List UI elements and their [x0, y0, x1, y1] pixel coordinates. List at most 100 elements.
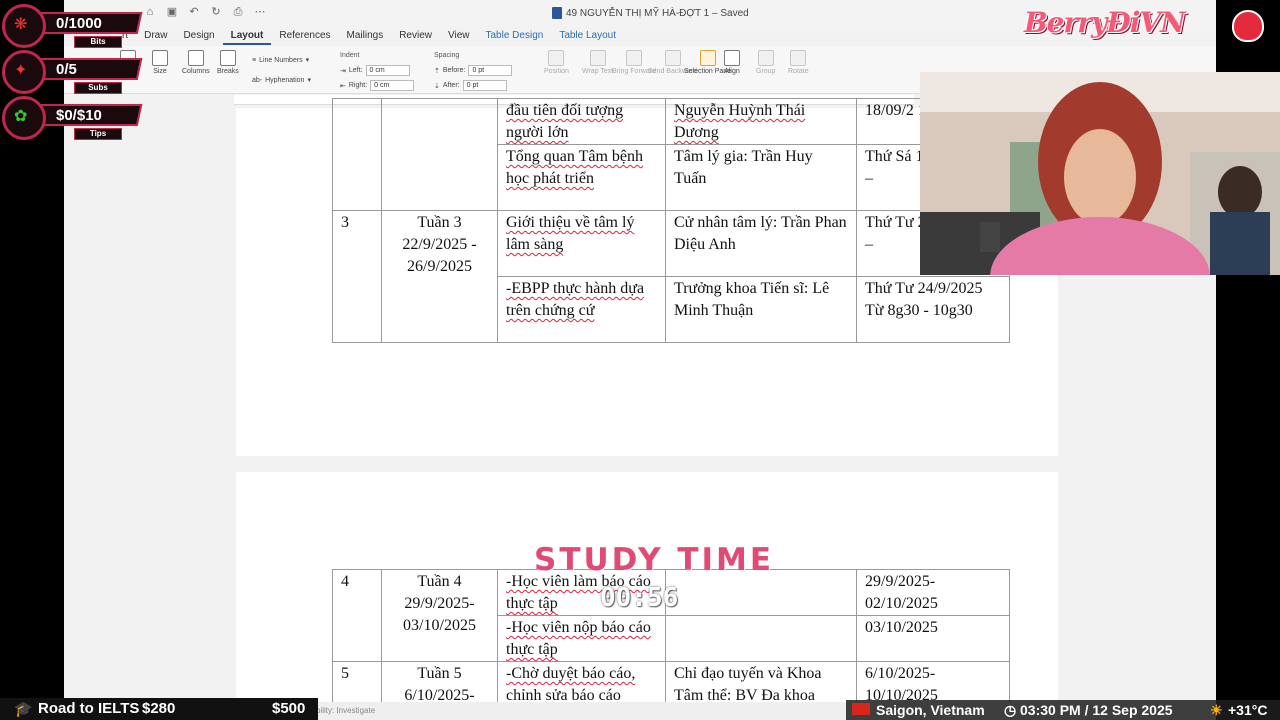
subs-icon: ✦: [14, 62, 28, 79]
table-cell[interactable]: Tổng quan Tâm bệnh học phát triển: [497, 144, 666, 211]
columns-button[interactable]: Columns: [182, 50, 210, 75]
group-button[interactable]: Group: [756, 50, 775, 75]
wrap-text-button[interactable]: Wrap Text: [582, 50, 613, 75]
cell-text: Tổng quan Tâm bệnh học phát triển: [506, 148, 644, 187]
tips-value: $0/$10: [56, 107, 102, 124]
table-cell[interactable]: Chỉ đạo tuyến và Khoa Tâm thể: BV Đa kho…: [665, 661, 857, 708]
tab-table-design[interactable]: Table Design: [478, 28, 552, 45]
table-cell[interactable]: 3: [332, 210, 382, 343]
channel-logo: BerryĐiVN: [1024, 6, 1186, 39]
spacing-before-row: ⇡ Before: 0 pt: [434, 65, 513, 76]
graduation-cap-icon: 🎓: [14, 701, 33, 718]
cell-text: -EBPP thực hành dựa trên chứng cứ: [506, 280, 645, 319]
spacing-group-label: Spacing: [434, 52, 460, 59]
table-cell[interactable]: đầu tiên đối tượng người lớn: [497, 98, 666, 145]
tab-layout[interactable]: Layout: [222, 28, 272, 45]
subs-value: 0/5: [56, 61, 77, 78]
hyphenation-button[interactable]: ab- Hyphenation ▾: [252, 76, 311, 85]
clock-icon: ◷: [1004, 702, 1017, 718]
cell-text: Nguyễn Huỳnh Thái Dương: [674, 102, 806, 141]
tab-design[interactable]: Design: [175, 28, 222, 45]
goal-target: $500: [272, 700, 306, 717]
table-cell[interactable]: Thứ Tư 24/9/2025 Từ 8g30 - 10g30: [856, 276, 1010, 343]
breaks-button[interactable]: Breaks: [217, 50, 239, 75]
schedule-table-1: đầu tiên đối tượng người lớn Nguyễn Huỳn…: [332, 98, 1010, 343]
table-cell[interactable]: -Chờ duyệt báo cáo, chỉnh sửa báo cáo: [497, 661, 666, 708]
size-button[interactable]: Size: [152, 50, 168, 75]
accessibility-status[interactable]: bility: Investigate: [316, 706, 375, 715]
bits-icon: ❋: [14, 16, 28, 33]
print-icon[interactable]: ⎙: [232, 6, 244, 18]
tab-table-layout[interactable]: Table Layout: [551, 28, 624, 45]
table-cell[interactable]: Tuần 5 6/10/2025-: [381, 661, 498, 708]
subs-label: Subs: [74, 82, 122, 94]
table-cell[interactable]: [332, 98, 382, 211]
info-bar: Saigon, Vietnam ◷ 03:30 PM / 12 Sep 2025…: [846, 700, 1280, 720]
rotate-button[interactable]: Rotate: [788, 50, 809, 75]
spacing-before-field[interactable]: 0 pt: [468, 65, 513, 76]
spacing-after-field[interactable]: 0 pt: [462, 80, 507, 91]
wrap-text-icon: [589, 50, 606, 66]
table-cell[interactable]: Tuần 4 29/9/2025- 03/10/2025: [381, 569, 498, 662]
goal-bar: 🎓 Road to IELTS $280 $500: [0, 698, 318, 720]
table-cell[interactable]: 03/10/2025: [856, 615, 1010, 662]
tab-mailings[interactable]: Mailings: [339, 28, 392, 45]
table-cell[interactable]: Tâm lý gia: Trần Huy Tuấn: [665, 144, 857, 211]
redo-icon[interactable]: ↻: [210, 6, 222, 18]
table-row: 3 Tuần 3 22/9/2025 - 26/9/2025 Giới thiệ…: [332, 210, 1010, 343]
position-button[interactable]: Position: [544, 50, 569, 75]
tab-draw[interactable]: Draw: [136, 28, 175, 45]
counter-bar: [33, 58, 143, 80]
selection-pane-icon: [699, 50, 716, 66]
indent-left-field[interactable]: 0 cm: [365, 65, 410, 76]
line-numbers-button[interactable]: ≡ Line Numbers ▾: [252, 56, 310, 65]
table-cell[interactable]: Trưởng khoa Tiến sĩ: Lê Minh Thuận: [665, 276, 857, 343]
table-cell[interactable]: -Học viên nộp báo cáo thực tập: [497, 615, 666, 662]
group-icon: [757, 50, 774, 66]
indent-left-row: ⇥ Left: 0 cm: [340, 65, 410, 76]
table-cell[interactable]: 5: [332, 661, 382, 708]
goal-title: Road to IELTS: [38, 700, 140, 717]
table-cell[interactable]: [665, 615, 857, 662]
tips-icon: ✿: [14, 108, 28, 125]
tab-view[interactable]: View: [440, 28, 478, 45]
indent-group-label: Indent: [340, 52, 360, 59]
table-cell[interactable]: Tuần 3 22/9/2025 - 26/9/2025: [381, 210, 498, 343]
indent-right-row: ⇤ Right: 0 cm: [340, 80, 415, 91]
tab-review[interactable]: Review: [391, 28, 440, 45]
study-timer: 00:56: [600, 583, 679, 613]
table-cell[interactable]: Cử nhân tâm lý: Trần Phan Diệu Anh: [665, 210, 857, 277]
tab-references[interactable]: References: [271, 28, 338, 45]
subs-counter: ✦ 0/5 Subs: [2, 48, 143, 94]
chevron-down-icon: ▾: [305, 57, 310, 64]
more-icon[interactable]: ⋯: [254, 6, 266, 18]
columns-icon: [187, 50, 204, 66]
spacing-after-icon: ⇣: [434, 82, 440, 90]
send-backward-icon: [664, 50, 681, 66]
rotate-icon: [790, 50, 807, 66]
spacing-after-row: ⇣ After: 0 pt: [434, 80, 507, 91]
indent-right-field[interactable]: 0 cm: [370, 80, 415, 91]
sun-icon: ☀: [1210, 702, 1223, 718]
table-cell[interactable]: Nguyễn Huỳnh Thái Dương: [665, 98, 857, 145]
breaks-icon: [219, 50, 236, 66]
document-title-text: 49 NGUYỄN THỊ MỸ HÀ-ĐỢT 1 – Saved: [566, 7, 749, 19]
table-row: đầu tiên đối tượng người lớn Nguyễn Huỳn…: [332, 98, 1010, 211]
spacing-before-icon: ⇡: [434, 67, 440, 75]
table-cell[interactable]: 29/9/2025- 02/10/2025: [856, 569, 1010, 616]
page-size-icon: [152, 50, 168, 66]
hyphenation-icon: ab-: [252, 76, 263, 84]
undo-icon[interactable]: ↶: [188, 6, 200, 18]
study-time-label: STUDY TIME: [534, 542, 775, 578]
document-title[interactable]: 49 NGUYỄN THỊ MỸ HÀ-ĐỢT 1 – Saved: [552, 7, 749, 19]
home-icon[interactable]: ⌂: [144, 6, 156, 18]
clock-text: 03:30 PM / 12 Sep 2025: [1020, 702, 1173, 718]
webcam-image: [920, 72, 1280, 275]
table-cell[interactable]: 4: [332, 569, 382, 662]
align-button[interactable]: Align: [724, 50, 740, 75]
table-cell[interactable]: -EBPP thực hành dựa trên chứng cứ: [497, 276, 666, 343]
table-cell[interactable]: Giới thiệu về tâm lý lâm sàng: [497, 210, 666, 277]
save-icon[interactable]: ▣: [166, 6, 178, 18]
webcam-feed: [920, 72, 1280, 275]
table-cell[interactable]: [381, 98, 498, 211]
